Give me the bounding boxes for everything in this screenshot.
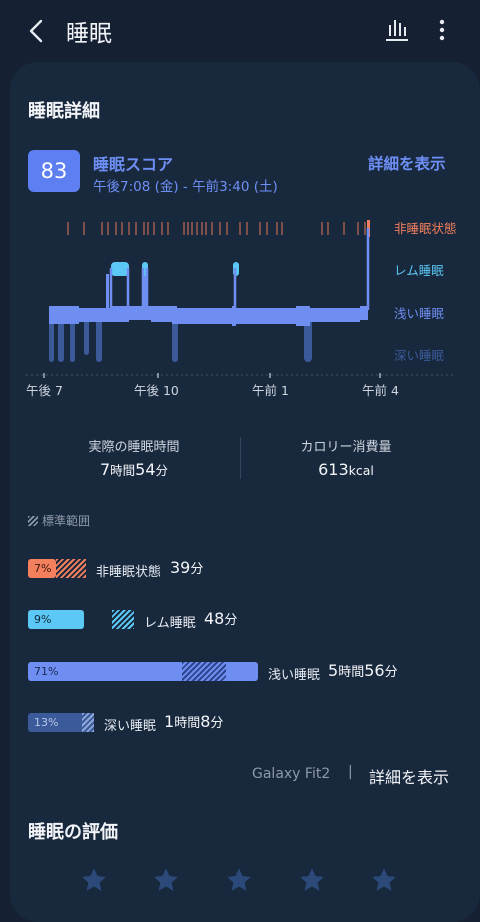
stage-label-awake: 非睡眠状態 bbox=[394, 221, 457, 236]
light-sleep-band bbox=[49, 274, 368, 326]
x-label-3: 午前 4 bbox=[362, 383, 399, 398]
score-label: 睡眠スコア bbox=[93, 155, 174, 174]
hatch-swatch-icon bbox=[28, 516, 38, 526]
device-separator: | bbox=[348, 764, 353, 780]
star-icon[interactable] bbox=[80, 866, 108, 894]
x-label-0: 午後 7 bbox=[26, 383, 63, 398]
back-arrow-icon[interactable] bbox=[22, 16, 52, 46]
rating-title: 睡眠の評価 bbox=[28, 822, 118, 843]
app-header: 睡眠 bbox=[0, 0, 480, 62]
deep-label: 深い睡眠 bbox=[104, 719, 157, 734]
star-icon[interactable] bbox=[370, 866, 398, 894]
deep-standard-range bbox=[82, 713, 94, 732]
bar-chart-icon[interactable] bbox=[384, 17, 410, 43]
light-standard-range bbox=[182, 662, 226, 681]
deep-value: 1時間8分 bbox=[164, 712, 224, 731]
calories-label: カロリー消費量 bbox=[300, 440, 392, 455]
page-title: 睡眠 bbox=[66, 21, 112, 47]
device-detail-link[interactable]: 詳細を表示 bbox=[369, 764, 449, 788]
x-label-2: 午前 1 bbox=[252, 383, 289, 398]
rem-standard-range bbox=[112, 610, 134, 629]
light-value: 5時間56分 bbox=[328, 661, 398, 680]
stage-label-deep: 深い睡眠 bbox=[394, 348, 445, 363]
awake-bar: 7% bbox=[28, 559, 56, 578]
actual-sleep-value: 7時間54分 bbox=[99, 460, 169, 479]
awake-value: 39分 bbox=[170, 558, 204, 577]
rem-label: レム睡眠 bbox=[144, 616, 196, 631]
standard-range-legend: 標準範囲 bbox=[28, 512, 90, 529]
section-title: 睡眠詳細 bbox=[28, 101, 100, 122]
rem-bar: 9% bbox=[28, 610, 84, 629]
awake-ticks bbox=[67, 222, 366, 235]
stage-transitions bbox=[109, 228, 370, 310]
actual-sleep-label: 実際の睡眠時間 bbox=[88, 440, 180, 455]
star-icon[interactable] bbox=[225, 866, 253, 894]
stats-divider bbox=[240, 437, 241, 479]
x-label-1: 午後 10 bbox=[134, 383, 179, 398]
score-badge: 83 bbox=[28, 150, 80, 192]
awake-standard-range bbox=[56, 559, 86, 578]
rating-stars bbox=[80, 866, 410, 898]
stage-label-rem: レム睡眠 bbox=[394, 263, 444, 278]
rem-sleep-segments bbox=[111, 262, 239, 276]
more-options-icon[interactable] bbox=[430, 17, 454, 43]
calories-value: 613kcal bbox=[318, 460, 374, 479]
sleep-time-range: 午後7:08 (金) - 午前3:40 (土) bbox=[93, 179, 278, 195]
star-icon[interactable] bbox=[298, 866, 326, 894]
device-name: Galaxy Fit2 bbox=[252, 766, 331, 782]
rem-value: 48分 bbox=[204, 609, 238, 628]
star-icon[interactable] bbox=[152, 866, 180, 894]
hypnogram-chart: 非睡眠状態 レム睡眠 浅い睡眠 深い睡眠 午後 7 午後 10 午前 1 午前 … bbox=[26, 220, 457, 398]
stage-label-light: 浅い睡眠 bbox=[394, 306, 445, 321]
light-label: 浅い睡眠 bbox=[268, 668, 321, 683]
score-detail-link[interactable]: 詳細を表示 bbox=[368, 152, 446, 174]
awake-label: 非睡眠状態 bbox=[96, 565, 162, 580]
